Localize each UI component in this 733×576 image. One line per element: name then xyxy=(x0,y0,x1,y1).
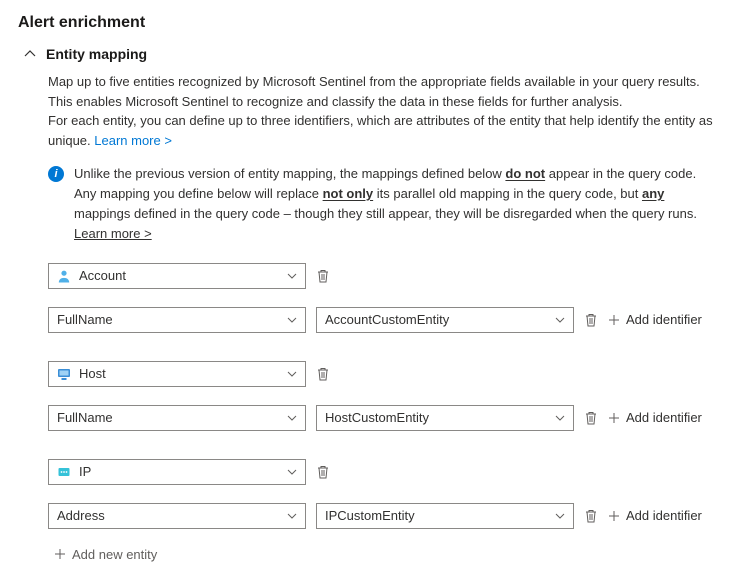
field-dropdown[interactable]: AccountCustomEntity xyxy=(316,307,574,333)
desc-line2: This enables Microsoft Sentinel to recog… xyxy=(48,94,622,109)
info-box: i Unlike the previous version of entity … xyxy=(48,164,715,245)
description-text: Map up to five entities recognized by Mi… xyxy=(48,72,715,150)
desc-line1: Map up to five entities recognized by Mi… xyxy=(48,74,700,89)
delete-entity-button[interactable] xyxy=(316,366,330,382)
info-icon: i xyxy=(48,166,64,182)
field-value: AccountCustomEntity xyxy=(325,312,449,327)
chevron-down-icon xyxy=(287,413,297,423)
entity-type-dropdown[interactable]: Host xyxy=(48,361,306,387)
add-identifier-label: Add identifier xyxy=(626,410,702,425)
chevron-down-icon xyxy=(287,511,297,521)
add-identifier-label: Add identifier xyxy=(626,508,702,523)
add-identifier-button[interactable]: Add identifier xyxy=(608,312,702,327)
learn-more-link[interactable]: Learn more > xyxy=(94,133,172,148)
chevron-down-icon xyxy=(555,413,565,423)
field-value: IPCustomEntity xyxy=(325,508,415,523)
host-icon xyxy=(57,367,71,381)
chevron-up-icon xyxy=(24,48,36,60)
delete-identifier-button[interactable] xyxy=(584,410,598,426)
identifier-dropdown[interactable]: Address xyxy=(48,503,306,529)
field-value: HostCustomEntity xyxy=(325,410,429,425)
delete-identifier-button[interactable] xyxy=(584,312,598,328)
identifier-value: FullName xyxy=(57,410,113,425)
entity-type-dropdown[interactable]: IP xyxy=(48,459,306,485)
section-title: Entity mapping xyxy=(46,46,147,62)
delete-entity-button[interactable] xyxy=(316,268,330,284)
entity-type-value: Host xyxy=(79,366,106,381)
chevron-down-icon xyxy=(287,369,297,379)
identifier-value: FullName xyxy=(57,312,113,327)
add-new-entity-button[interactable]: Add new entity xyxy=(54,547,715,562)
account-icon xyxy=(57,269,71,283)
chevron-down-icon xyxy=(555,315,565,325)
entity-mapping-toggle[interactable]: Entity mapping xyxy=(24,46,715,62)
entity-type-value: IP xyxy=(79,464,91,479)
delete-entity-button[interactable] xyxy=(316,464,330,480)
plus-icon xyxy=(608,314,620,326)
page-title: Alert enrichment xyxy=(18,14,715,32)
info-text: Unlike the previous version of entity ma… xyxy=(74,164,715,245)
entity-block-ip: IP Address IPCustomEntity Add ide xyxy=(48,459,715,529)
chevron-down-icon xyxy=(555,511,565,521)
chevron-down-icon xyxy=(287,271,297,281)
plus-icon xyxy=(54,548,66,560)
add-entity-label: Add new entity xyxy=(72,547,157,562)
ip-icon xyxy=(57,465,71,479)
add-identifier-button[interactable]: Add identifier xyxy=(608,508,702,523)
add-identifier-button[interactable]: Add identifier xyxy=(608,410,702,425)
identifier-value: Address xyxy=(57,508,105,523)
chevron-down-icon xyxy=(287,467,297,477)
field-dropdown[interactable]: IPCustomEntity xyxy=(316,503,574,529)
entity-block-host: Host FullName HostCustomEntity Ad xyxy=(48,361,715,431)
entity-type-value: Account xyxy=(79,268,126,283)
plus-icon xyxy=(608,412,620,424)
identifier-dropdown[interactable]: FullName xyxy=(48,405,306,431)
add-identifier-label: Add identifier xyxy=(626,312,702,327)
identifier-dropdown[interactable]: FullName xyxy=(48,307,306,333)
field-dropdown[interactable]: HostCustomEntity xyxy=(316,405,574,431)
entity-type-dropdown[interactable]: Account xyxy=(48,263,306,289)
plus-icon xyxy=(608,510,620,522)
info-learn-more-link[interactable]: Learn more > xyxy=(74,226,152,241)
delete-identifier-button[interactable] xyxy=(584,508,598,524)
chevron-down-icon xyxy=(287,315,297,325)
entity-block-account: Account FullName AccountCustomEntity xyxy=(48,263,715,333)
